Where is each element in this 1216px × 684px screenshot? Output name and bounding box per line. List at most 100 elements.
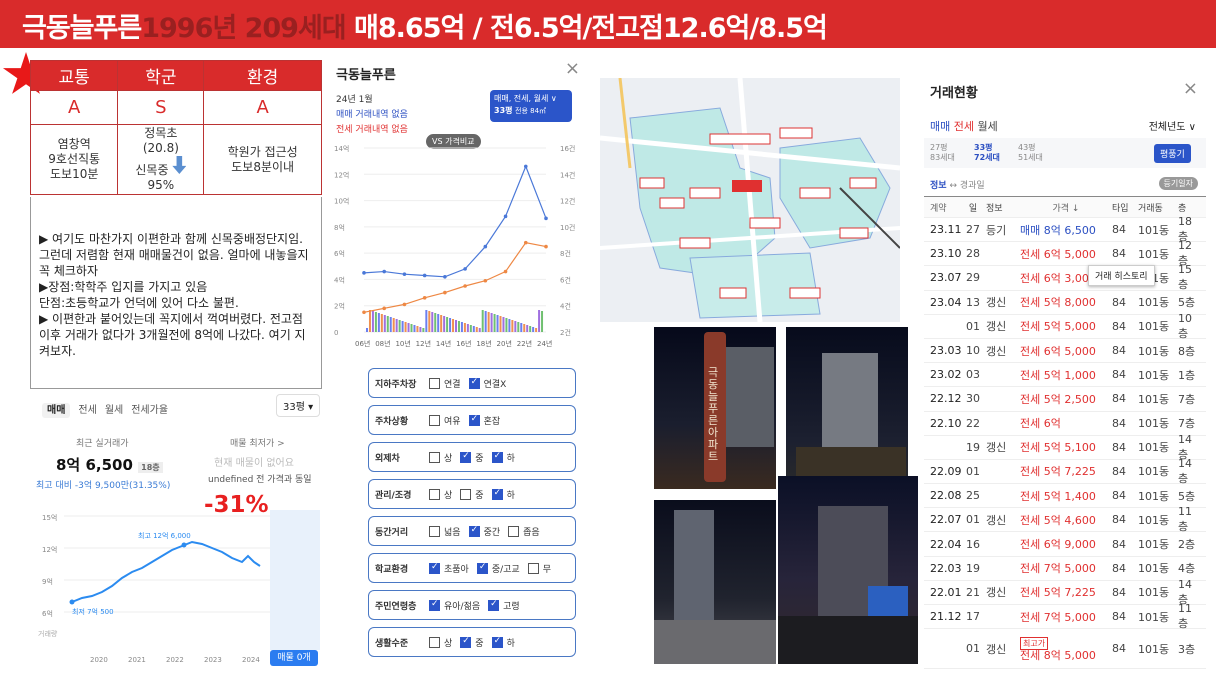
- deal-type: 84: [1112, 610, 1126, 624]
- deal-row[interactable]: 22.08 25 전세 5억 1,400 84 101동 5층: [924, 484, 1206, 509]
- volume-bar: [413, 325, 416, 332]
- deals-tab-monthly[interactable]: 월세: [978, 120, 998, 133]
- deal-building: 101동: [1138, 489, 1170, 503]
- tab-jeonse[interactable]: 전세: [78, 405, 96, 416]
- filter-checkbox[interactable]: [429, 599, 440, 611]
- col-price[interactable]: 가격 ↓: [1020, 201, 1112, 214]
- size-33[interactable]: 33평 72세대: [974, 143, 1018, 163]
- deal-row[interactable]: 19 갱신 전세 5억 5,100 84 101동 14층: [924, 433, 1206, 461]
- deals-tab-sale[interactable]: 매매: [930, 120, 950, 133]
- filter-checkbox[interactable]: [491, 451, 503, 463]
- deal-floor: 5층: [1178, 489, 1196, 503]
- filter-checkbox[interactable]: [429, 636, 440, 648]
- deal-building: 101동: [1138, 223, 1170, 237]
- filter-checkbox[interactable]: [476, 562, 488, 574]
- deal-row[interactable]: 22.10 22 전세 6억 84 101동 7층: [924, 412, 1206, 436]
- deal-row[interactable]: 01 갱신 최고가 전세 8억 5,000 84 101동 3층: [924, 629, 1206, 670]
- filter-checkbox[interactable]: [491, 488, 503, 500]
- deal-building: 101동: [1138, 610, 1170, 624]
- deal-row[interactable]: 21.12 17 전세 7억 5,000 84 101동 11층: [924, 602, 1206, 630]
- filter-checkbox[interactable]: [429, 525, 440, 537]
- deal-row[interactable]: 23.11 27 등기 매매 8억 6,500 84 101동 18층: [924, 215, 1206, 243]
- info-toggle[interactable]: 정보 ↔ 경과일: [930, 178, 985, 191]
- deal-row[interactable]: 22.07 01 갱신 전세 5억 4,600 84 101동 11층: [924, 505, 1206, 533]
- lowest-label[interactable]: 매물 최저가 >: [230, 436, 285, 449]
- deal-row[interactable]: 23.03 10 갱신 전세 6억 5,000 84 101동 8층: [924, 339, 1206, 364]
- filter-checkbox[interactable]: [429, 377, 440, 389]
- deal-info: 갱신: [986, 513, 1007, 527]
- deal-floor: 10층: [1178, 311, 1192, 340]
- deal-row[interactable]: 22.03 19 전세 7억 5,000 84 101동 4층: [924, 557, 1206, 581]
- deal-row[interactable]: 22.09 01 전세 5억 7,225 84 101동 14층: [924, 457, 1206, 485]
- deal-row[interactable]: 23.02 03 전세 5억 1,000 84 101동 1층: [924, 363, 1206, 388]
- volume-bar: [490, 313, 493, 332]
- filter-checkbox[interactable]: [429, 414, 440, 426]
- deal-row[interactable]: 22.04 16 전세 6억 9,000 84 101동 2층: [924, 532, 1206, 557]
- tab-monthly[interactable]: 월세: [105, 405, 123, 416]
- deal-day: 30: [966, 392, 980, 406]
- deal-day: 03: [966, 368, 980, 382]
- deal-day: 01: [966, 642, 980, 656]
- volume-label: 거래량: [38, 629, 58, 638]
- deal-day: 17: [966, 610, 980, 624]
- size-43[interactable]: 43평 51세대: [1018, 143, 1062, 163]
- filter-option-label: 연결: [444, 379, 461, 390]
- filter-checkbox[interactable]: [488, 599, 500, 611]
- filter-option-label: 중: [475, 638, 484, 649]
- deal-type: 84: [1112, 642, 1126, 656]
- filter-checkbox[interactable]: [460, 451, 472, 463]
- deal-row[interactable]: 23.04 13 갱신 전세 5억 8,000 84 101동 5층: [924, 291, 1206, 315]
- filter-checkbox[interactable]: [460, 636, 472, 648]
- filter-checkbox[interactable]: [491, 636, 503, 648]
- deal-row[interactable]: 01 갱신 전세 5억 5,000 84 101동 10층: [924, 311, 1206, 340]
- deal-building: 101동: [1138, 562, 1170, 576]
- y-right-tick: 12건: [560, 197, 575, 206]
- size-box-sub: 전용 84㎡: [515, 107, 547, 115]
- deal-row[interactable]: 23.10 28 전세 6억 5,000 84 101동 12층: [924, 239, 1206, 267]
- deals-header: 계약 일 정보 가격 ↓ 타입 거래동 층: [924, 196, 1206, 218]
- size-27[interactable]: 27평 83세대: [930, 143, 974, 163]
- deals-close-icon[interactable]: ×: [1183, 78, 1198, 99]
- deal-day: 13: [966, 295, 980, 309]
- x-tick: 24년: [537, 339, 552, 348]
- deal-day: 16: [966, 537, 980, 551]
- listing-button[interactable]: 매물 0개: [270, 650, 318, 666]
- filter-checkbox[interactable]: [429, 562, 440, 574]
- filter-checkbox[interactable]: [468, 377, 480, 389]
- deal-contract: 21.12: [930, 610, 962, 624]
- deal-row[interactable]: 23.0729전세 6억 3,00084101동15층: [924, 263, 1206, 291]
- deal-info: 갱신: [986, 642, 1007, 656]
- deal-row[interactable]: 22.01 21 갱신 전세 5억 7,225 84 101동 14층: [924, 578, 1206, 606]
- size-expand-button[interactable]: 평풍기: [1154, 143, 1191, 163]
- filter-checkbox[interactable]: [527, 562, 539, 574]
- photo-sign-night: 극동늘푸른아파트: [654, 327, 776, 489]
- deal-type: 84: [1112, 295, 1126, 309]
- current-highlight: [270, 510, 320, 650]
- volume-bar: [526, 325, 529, 332]
- location-map[interactable]: [600, 78, 900, 322]
- size-select[interactable]: 33평 ▾: [276, 394, 321, 417]
- type-select[interactable]: 매매, 전세, 월세 ∨ 33평 전용 84㎡: [490, 90, 572, 122]
- close-icon[interactable]: ×: [565, 58, 580, 79]
- year-select[interactable]: 전체년도 ∨: [1149, 118, 1196, 133]
- filter-checkbox[interactable]: [460, 488, 472, 500]
- deal-price: 전세 7억 5,000: [1020, 610, 1096, 624]
- deal-building: 101동: [1138, 320, 1170, 334]
- deal-info: 갱신: [986, 320, 1007, 334]
- tab-jeonse-rate[interactable]: 전세가율: [131, 405, 168, 416]
- tab-sale[interactable]: 매매: [42, 403, 71, 418]
- deal-floor: 5층: [1178, 296, 1196, 310]
- deals-tab-jeonse[interactable]: 전세: [954, 120, 974, 133]
- deal-price: 전세 5억 1,400: [1020, 489, 1096, 503]
- deal-type: 84: [1112, 392, 1126, 406]
- filter-option-label: 고령: [503, 601, 520, 612]
- reg-date-button[interactable]: 등기일자: [1158, 177, 1198, 190]
- filter-checkbox[interactable]: [508, 525, 520, 537]
- filter-checkbox[interactable]: [429, 451, 440, 463]
- deal-day: 01: [966, 464, 980, 478]
- deal-row[interactable]: 22.12 30 전세 5억 2,500 84 101동 7층: [924, 387, 1206, 412]
- series-point-1: [402, 302, 407, 307]
- filter-checkbox[interactable]: [429, 488, 440, 500]
- filter-checkbox[interactable]: [468, 414, 480, 426]
- filter-checkbox[interactable]: [468, 525, 480, 537]
